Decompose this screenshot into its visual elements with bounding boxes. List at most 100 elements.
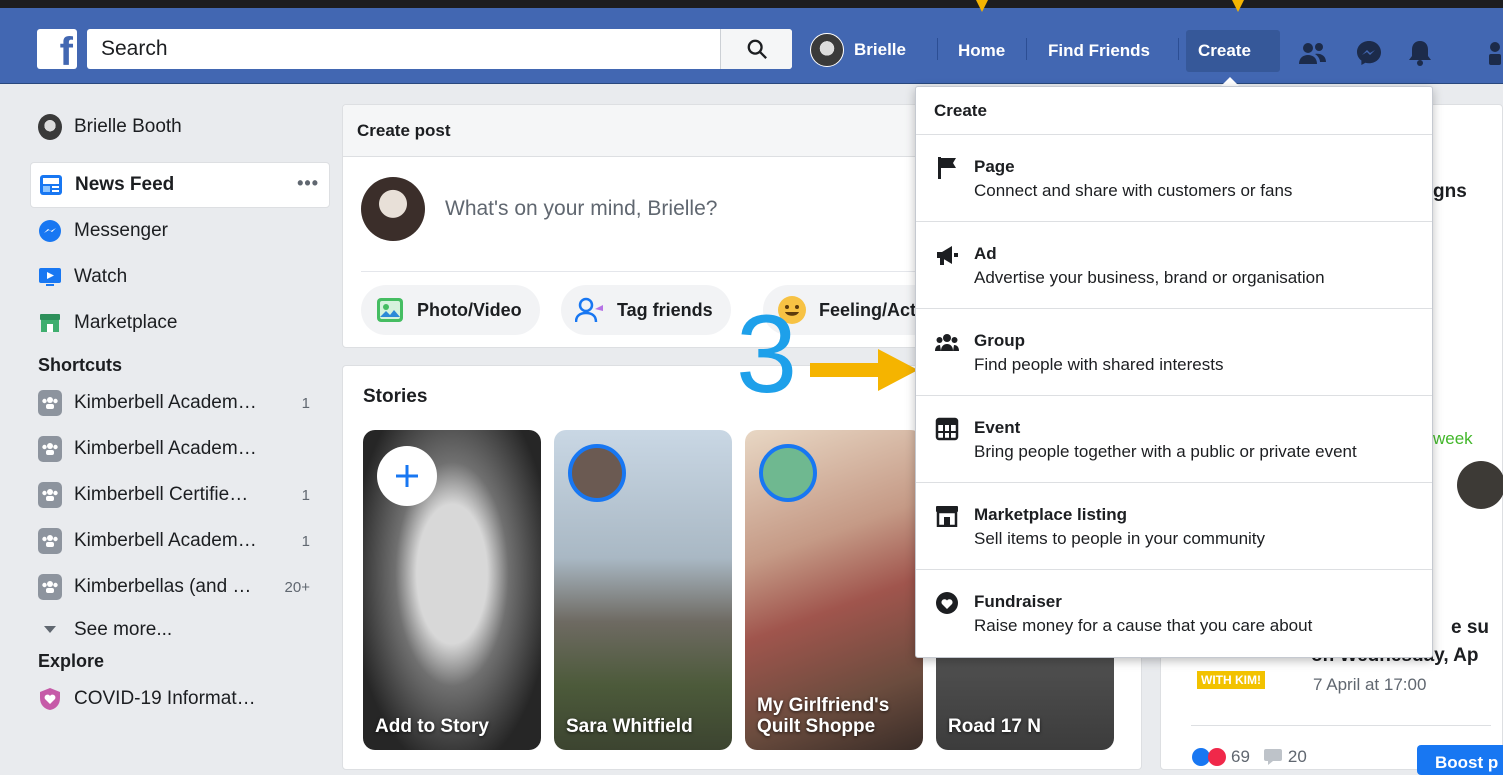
explore-item-covid[interactable]: COVID-19 Informat… bbox=[30, 676, 330, 722]
notification-count: 20+ bbox=[284, 578, 310, 596]
boost-post-button[interactable]: Boost p bbox=[1417, 745, 1503, 775]
shortcut-label: Kimberbell Academ… bbox=[74, 392, 257, 413]
menu-item-title: Event bbox=[974, 418, 1021, 437]
sidebar-item-label: Messenger bbox=[74, 220, 168, 241]
profile-link[interactable]: Brielle bbox=[810, 30, 906, 70]
shortcut-item[interactable]: Kimberbell Certifie… 1 bbox=[30, 472, 330, 518]
like-love-icon bbox=[1192, 748, 1226, 766]
window-top-strip bbox=[0, 0, 1503, 8]
flag-icon bbox=[934, 155, 960, 181]
menu-item-title: Group bbox=[974, 331, 1025, 350]
tag-friends-icon bbox=[575, 295, 605, 325]
comment-count: 20 bbox=[1287, 747, 1307, 766]
nav-divider bbox=[1026, 38, 1027, 60]
calendar-icon bbox=[934, 416, 960, 442]
messenger-icon[interactable] bbox=[1354, 38, 1384, 68]
nav-create[interactable]: Create bbox=[1186, 30, 1280, 72]
event-date: 7 April at 17:00 bbox=[1313, 675, 1427, 694]
fundraiser-icon bbox=[934, 590, 960, 616]
group-icon bbox=[38, 528, 62, 554]
more-options-icon[interactable]: ••• bbox=[297, 173, 319, 194]
search-button[interactable] bbox=[720, 29, 792, 69]
reaction-summary[interactable]: 69 20 bbox=[1191, 747, 1307, 767]
shortcut-item[interactable]: Kimberbell Academ… 1 bbox=[30, 518, 330, 564]
avatar bbox=[361, 177, 425, 241]
create-post-title: Create post bbox=[343, 105, 1001, 157]
menu-item-title: Page bbox=[974, 157, 1015, 176]
post-composer-input[interactable]: What's on your mind, Brielle? bbox=[445, 197, 717, 221]
see-more-link[interactable]: See more... bbox=[30, 610, 330, 650]
annotation-arrow bbox=[810, 349, 918, 391]
avatar bbox=[759, 444, 817, 502]
create-menu-item-event[interactable]: Event Bring people together with a publi… bbox=[916, 396, 1432, 483]
photo-video-button[interactable]: Photo/Video bbox=[361, 285, 540, 335]
nav-create-label: Create bbox=[1198, 41, 1251, 60]
right-snippet: e su bbox=[1451, 617, 1490, 638]
right-snippet: gns bbox=[1433, 181, 1467, 202]
add-story-button[interactable] bbox=[377, 446, 437, 506]
sidebar-item-watch[interactable]: Watch bbox=[30, 254, 330, 300]
top-navigation-bar: f Brielle Home Find Friends Create bbox=[0, 8, 1503, 84]
notifications-bell-icon[interactable] bbox=[1405, 38, 1435, 68]
menu-item-subtitle: Connect and share with customers or fans bbox=[974, 181, 1293, 200]
shortcut-item[interactable]: Kimberbell Academ… 1 bbox=[30, 380, 330, 426]
sidebar-item-marketplace[interactable]: Marketplace bbox=[30, 300, 330, 346]
notification-count: 1 bbox=[301, 532, 310, 550]
shortcut-item[interactable]: Kimberbellas (and … 20+ bbox=[30, 564, 330, 610]
story-card[interactable]: My Girlfriend's Quilt Shoppe bbox=[745, 430, 923, 750]
group-icon bbox=[38, 482, 62, 508]
search-input[interactable] bbox=[87, 29, 707, 69]
create-menu-title: Create bbox=[916, 87, 1432, 135]
sidebar-item-news-feed[interactable]: News Feed ••• bbox=[30, 162, 330, 208]
create-menu-item-group[interactable]: Group Find people with shared interests bbox=[916, 309, 1432, 396]
friend-requests-icon[interactable] bbox=[1298, 38, 1328, 68]
avatar bbox=[568, 444, 626, 502]
help-icon[interactable] bbox=[1480, 38, 1503, 68]
facebook-logo[interactable]: f bbox=[37, 29, 77, 69]
photo-icon bbox=[375, 295, 405, 325]
reaction-count: 69 bbox=[1231, 747, 1250, 766]
left-sidebar: Brielle Booth News Feed ••• Messenger Wa… bbox=[30, 104, 330, 722]
nav-divider bbox=[1178, 38, 1179, 60]
menu-item-title: Ad bbox=[974, 244, 997, 263]
sidebar-item-label: News Feed bbox=[75, 174, 175, 195]
nav-divider bbox=[937, 38, 938, 60]
group-icon bbox=[38, 574, 62, 600]
create-dropdown-menu: Create Page Connect and share with custo… bbox=[915, 86, 1433, 658]
shortcut-item[interactable]: Kimberbell Academ… bbox=[30, 426, 330, 472]
story-label: Add to Story bbox=[375, 716, 489, 738]
story-label: My Girlfriend's Quilt Shoppe bbox=[757, 695, 890, 738]
tag-friends-label: Tag friends bbox=[617, 299, 713, 320]
story-card[interactable]: Sara Whitfield bbox=[554, 430, 732, 750]
sidebar-item-messenger[interactable]: Messenger bbox=[30, 208, 330, 254]
create-menu-item-ad[interactable]: Ad Advertise your business, brand or org… bbox=[916, 222, 1432, 309]
annotation-arrow-tip bbox=[976, 0, 988, 12]
create-menu-item-page[interactable]: Page Connect and share with customers or… bbox=[916, 135, 1432, 222]
logo-letter: f bbox=[59, 30, 73, 69]
sidebar-profile[interactable]: Brielle Booth bbox=[30, 104, 330, 150]
nav-home[interactable]: Home bbox=[946, 30, 1017, 72]
plus-icon bbox=[396, 465, 418, 487]
menu-item-subtitle: Sell items to people in your community bbox=[974, 529, 1266, 548]
sidebar-item-label: Watch bbox=[74, 266, 128, 287]
story-label: Road 17 N bbox=[948, 716, 1041, 738]
nav-find-friends[interactable]: Find Friends bbox=[1036, 30, 1162, 72]
avatar bbox=[1457, 461, 1503, 509]
create-menu-item-marketplace-listing[interactable]: Marketplace listing Sell items to people… bbox=[916, 483, 1432, 570]
notification-count: 1 bbox=[301, 486, 310, 504]
add-to-story-card[interactable]: Add to Story bbox=[363, 430, 541, 750]
photo-video-label: Photo/Video bbox=[417, 299, 522, 320]
tag-friends-button[interactable]: Tag friends bbox=[561, 285, 731, 335]
group-icon bbox=[934, 329, 960, 355]
feeling-activity-label: Feeling/Acti bbox=[819, 299, 922, 320]
shortcut-label: Kimberbell Academ… bbox=[74, 438, 257, 459]
story-label: Sara Whitfield bbox=[566, 716, 693, 738]
create-menu-item-fundraiser[interactable]: Fundraiser Raise money for a cause that … bbox=[916, 570, 1432, 657]
explore-heading: Explore bbox=[38, 651, 105, 671]
menu-item-subtitle: Bring people together with a public or p… bbox=[974, 442, 1357, 461]
create-post-card: Create post What's on your mind, Brielle… bbox=[342, 104, 1003, 348]
sidebar-item-label: Marketplace bbox=[74, 312, 178, 333]
marketplace-icon bbox=[38, 311, 62, 335]
avatar bbox=[810, 33, 844, 67]
menu-item-title: Fundraiser bbox=[974, 592, 1062, 611]
